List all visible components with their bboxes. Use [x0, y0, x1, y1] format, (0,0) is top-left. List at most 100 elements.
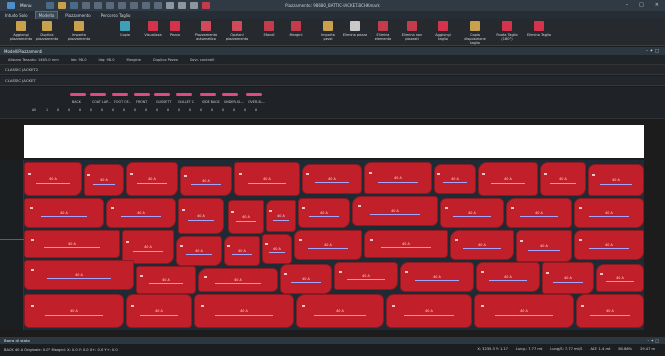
- pattern-piece[interactable]: 40 A: [180, 166, 232, 196]
- ribbon-button-2[interactable]: Importa piazzamento: [64, 21, 94, 41]
- pattern-piece[interactable]: 40 A: [434, 164, 476, 194]
- ribbon-icon: [502, 21, 512, 31]
- piece-swatch-icon: [246, 93, 262, 96]
- ribbon-icon: [264, 21, 274, 31]
- pattern-piece[interactable]: 40 A: [352, 196, 438, 226]
- minimize-icon[interactable]: –: [626, 2, 629, 8]
- tab-intudo-solo[interactable]: Intudo Solo: [2, 12, 31, 19]
- pattern-piece[interactable]: 40 A: [178, 198, 224, 234]
- pattern-piece[interactable]: 40 A: [24, 198, 104, 228]
- notch-mark: [520, 240, 524, 242]
- pattern-piece[interactable]: 40 A: [234, 162, 300, 196]
- ribbon-icon: [232, 21, 242, 31]
- pattern-piece[interactable]: 40 A: [588, 164, 644, 196]
- piece-label: 40 A: [320, 210, 328, 215]
- pattern-piece[interactable]: 40 A: [576, 294, 644, 328]
- ribbon-button-14[interactable]: Aggiungi taglio: [428, 21, 458, 41]
- pattern-piece[interactable]: 40 A: [24, 230, 120, 258]
- tab-piazzamento[interactable]: Piazzamento: [62, 12, 93, 19]
- grainline: [137, 182, 167, 184]
- marker-canvas[interactable]: 40 A 40 A 40 A 40 A 40 A 40 A 40 A 40 A 40 A 40 A…: [24, 160, 644, 330]
- pattern-piece[interactable]: 40 A: [400, 262, 474, 292]
- grainline: [403, 314, 455, 316]
- status-pin-icon[interactable]: – ✦ □: [647, 338, 659, 343]
- notch-mark: [302, 304, 306, 307]
- pattern-piece[interactable]: 40 A: [302, 164, 362, 194]
- pattern-piece[interactable]: 40 A: [540, 162, 586, 196]
- pattern-piece[interactable]: 40 A: [136, 266, 196, 294]
- pattern-piece[interactable]: 40 A: [228, 200, 264, 234]
- pattern-piece[interactable]: 40 A: [440, 198, 504, 228]
- pattern-piece[interactable]: 40 A: [294, 230, 362, 260]
- notch-mark: [179, 245, 183, 248]
- pattern-piece[interactable]: 40 A: [506, 198, 572, 228]
- piece-label: 40 A: [75, 272, 83, 277]
- table-header: OVER-SL...: [248, 100, 266, 104]
- ribbon-button-13[interactable]: Elimina non piazzati: [397, 21, 427, 41]
- pattern-piece[interactable]: 40 A: [474, 294, 574, 328]
- pattern-piece[interactable]: 40 A: [596, 264, 644, 292]
- pattern-piece[interactable]: 40 A: [574, 230, 644, 260]
- ribbon-label: Duplica piazzamento: [35, 33, 59, 41]
- pattern-piece[interactable]: 40 A: [478, 162, 538, 196]
- ribbon-button-16[interactable]: Ruota Taglio (180°): [492, 21, 522, 41]
- table-cell: 0: [211, 108, 214, 112]
- ribbon-button-10[interactable]: Importa pezzi: [313, 21, 343, 41]
- pattern-piece[interactable]: 40 A: [126, 162, 178, 196]
- ribbon-button-6[interactable]: Piazzamento automatico: [191, 21, 221, 41]
- pattern-piece[interactable]: 40 A: [84, 164, 124, 196]
- pattern-piece[interactable]: 40 A: [24, 162, 82, 196]
- pattern-piece[interactable]: 40 A: [386, 294, 472, 328]
- pattern-piece[interactable]: 40 A: [106, 198, 176, 228]
- tab-percorso-taglio[interactable]: Percorso Taglio: [98, 12, 134, 19]
- grainline: [369, 214, 421, 216]
- status-readout: Lung.: 7.77 mt: [515, 347, 543, 351]
- ribbon-button-12[interactable]: Elimina elemento: [368, 21, 398, 41]
- pattern-piece[interactable]: 40 A: [542, 262, 594, 294]
- list-item[interactable]: CLASSIC JACKET: [0, 76, 665, 86]
- notch-mark: [284, 273, 287, 276]
- grainline: [272, 219, 290, 221]
- notch-mark: [454, 239, 458, 242]
- pattern-piece[interactable]: 40 A: [24, 260, 134, 290]
- pattern-piece[interactable]: 40 A: [262, 234, 292, 264]
- pattern-piece[interactable]: 40 A: [266, 200, 296, 232]
- pattern-piece[interactable]: 40 A: [516, 230, 572, 262]
- pattern-piece[interactable]: 40 A: [176, 236, 222, 266]
- grainline: [347, 279, 385, 281]
- panel-pin-icon[interactable]: – ✦ □: [646, 49, 659, 54]
- pattern-piece[interactable]: 40 A: [476, 262, 540, 292]
- pattern-piece[interactable]: 40 A: [126, 294, 192, 328]
- pattern-piece[interactable]: 40 A: [364, 230, 448, 258]
- pattern-piece[interactable]: 40 A: [224, 236, 260, 266]
- notch-mark: [231, 210, 235, 213]
- ribbon-button-1[interactable]: Duplica piazzamento: [32, 21, 62, 41]
- ribbon-button-8[interactable]: Sfondi: [254, 21, 284, 37]
- pattern-piece[interactable]: 40 A: [194, 294, 294, 328]
- pattern-piece[interactable]: 40 A: [24, 294, 124, 328]
- pattern-piece[interactable]: 40 A: [122, 230, 174, 264]
- grainline: [588, 248, 630, 250]
- pattern-piece[interactable]: 40 A: [280, 264, 332, 294]
- ribbon-icon: [323, 21, 333, 31]
- pattern-piece[interactable]: 40 A: [296, 294, 384, 328]
- status-left-text: BACK 40 A Originale: 0.0° Margini: X: 0.…: [4, 348, 118, 352]
- ribbon-button-9[interactable]: Margini: [281, 21, 311, 37]
- list-item[interactable]: CLASSIC JACKET2: [0, 65, 665, 75]
- piece-swatch-icon: [154, 93, 170, 96]
- pattern-piece[interactable]: 40 A: [574, 198, 644, 228]
- pattern-piece[interactable]: 40 A: [450, 230, 514, 260]
- ribbon-button-15[interactable]: Copia disposizione taglio: [460, 21, 490, 45]
- maximize-icon[interactable]: □: [639, 2, 644, 8]
- ribbon-button-3[interactable]: Copia: [110, 21, 140, 37]
- pattern-piece[interactable]: 40 A: [198, 268, 278, 292]
- ribbon-button-7[interactable]: Opzioni piazzamento: [222, 21, 252, 41]
- ribbon-button-17[interactable]: Elimina Taglio: [524, 21, 554, 37]
- title-bar: Menu Piazzamento: 98680_BATTIC-IACKET.BC…: [0, 0, 665, 11]
- pattern-piece[interactable]: 40 A: [334, 262, 398, 290]
- close-icon[interactable]: ×: [655, 2, 659, 8]
- ribbon-button-5[interactable]: Pezzo: [160, 21, 190, 37]
- ribbon-button-11[interactable]: Elimina pezzo: [340, 21, 370, 37]
- pattern-piece[interactable]: 40 A: [364, 162, 432, 194]
- pattern-piece[interactable]: 40 A: [298, 198, 350, 228]
